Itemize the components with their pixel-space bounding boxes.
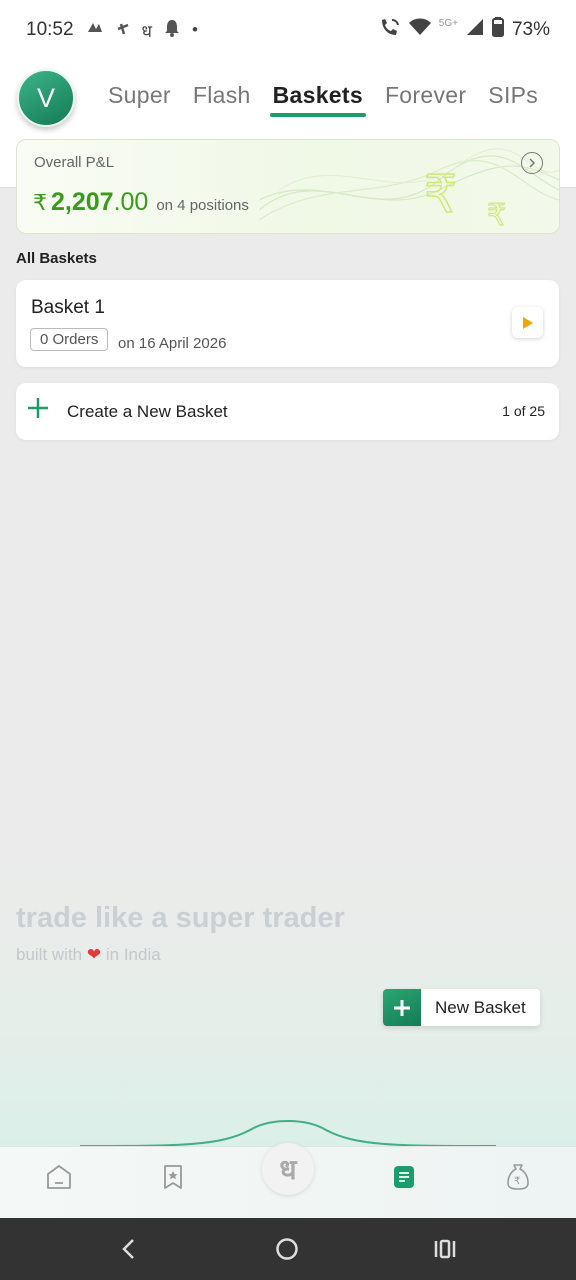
basket-count: 1 of 25 [502, 403, 545, 419]
tab-bar: Super Flash Baskets Forever SIPs [97, 78, 576, 117]
overall-pnl-card[interactable]: ₹ ₹ Overall P&L ₹ 2,207 .00 on 4 positio… [16, 139, 560, 234]
pnl-amount-decimal: .00 [113, 188, 149, 216]
wifi-icon [408, 18, 431, 42]
in-india-label: in India [105, 945, 161, 964]
tab-sips[interactable]: SIPs [477, 78, 549, 117]
home-circle-icon[interactable] [271, 1233, 303, 1265]
wifi-calling-icon [379, 17, 401, 43]
more-notifications-dot: • [192, 20, 198, 39]
execute-basket-button[interactable] [512, 307, 543, 338]
app-notification-icon [86, 20, 104, 41]
create-basket-label: Create a New Basket [67, 402, 228, 421]
watchlist-icon[interactable] [158, 1162, 188, 1192]
wave-decoration: ₹ ₹ [259, 148, 559, 233]
plus-icon [383, 989, 421, 1026]
dhan-logo-button[interactable]: ध [262, 1143, 314, 1195]
rupee-deco-large: ₹ [424, 165, 457, 225]
home-icon[interactable] [44, 1162, 74, 1192]
new-basket-label: New Basket [435, 997, 526, 1017]
play-icon [522, 316, 533, 329]
tab-super[interactable]: Super [97, 78, 182, 117]
positions-count: on 4 positions [156, 197, 249, 214]
create-basket-row[interactable]: Create a New Basket 1 of 25 [16, 383, 559, 440]
back-icon[interactable] [113, 1233, 145, 1265]
tab-baskets[interactable]: Baskets [262, 78, 374, 117]
dhan-notification-icon: ध [141, 21, 153, 41]
clock: 10:52 [26, 19, 74, 40]
heart-icon: ❤ [86, 945, 102, 964]
plus-icon [27, 395, 49, 425]
tab-forever[interactable]: Forever [374, 78, 477, 117]
system-navigation-bar [0, 1218, 576, 1280]
chevron-right-icon[interactable] [521, 152, 543, 174]
pnl-title: Overall P&L [34, 154, 115, 171]
basket-card[interactable]: Basket 1 0 Orders on 16 April 2026 [16, 280, 559, 367]
baskets-icon[interactable] [389, 1162, 419, 1192]
recents-icon[interactable] [429, 1233, 461, 1265]
rupee-symbol: ₹ [33, 190, 47, 215]
signal-icon [466, 18, 484, 42]
network-type: 5G+ [438, 17, 458, 29]
pnl-amount-main: 2,207 [51, 188, 114, 216]
flipkart-notification-icon [116, 20, 130, 41]
battery-percent: 73% [511, 19, 550, 40]
tagline: trade like a super trader [16, 902, 345, 934]
avatar[interactable]: V [17, 69, 75, 127]
basket-name: Basket 1 [31, 297, 105, 318]
section-title: All Baskets [16, 250, 97, 267]
tab-flash[interactable]: Flash [182, 78, 262, 117]
rupee-deco-small: ₹ [487, 198, 506, 233]
status-bar: 10:52 ध • 5G+ 73% [0, 0, 576, 60]
battery-icon [491, 17, 504, 43]
bell-icon [164, 19, 180, 42]
svg-text:₹: ₹ [514, 1176, 520, 1187]
basket-date: on 16 April 2026 [118, 335, 227, 352]
new-basket-button[interactable]: New Basket [383, 989, 540, 1026]
built-with-text: built with ❤ in India [16, 945, 161, 965]
pnl-value: ₹ 2,207 .00 on 4 positions [33, 188, 249, 217]
built-with-label: built with [16, 945, 83, 964]
funds-icon[interactable]: ₹ [503, 1162, 533, 1192]
orders-badge: 0 Orders [30, 328, 109, 351]
